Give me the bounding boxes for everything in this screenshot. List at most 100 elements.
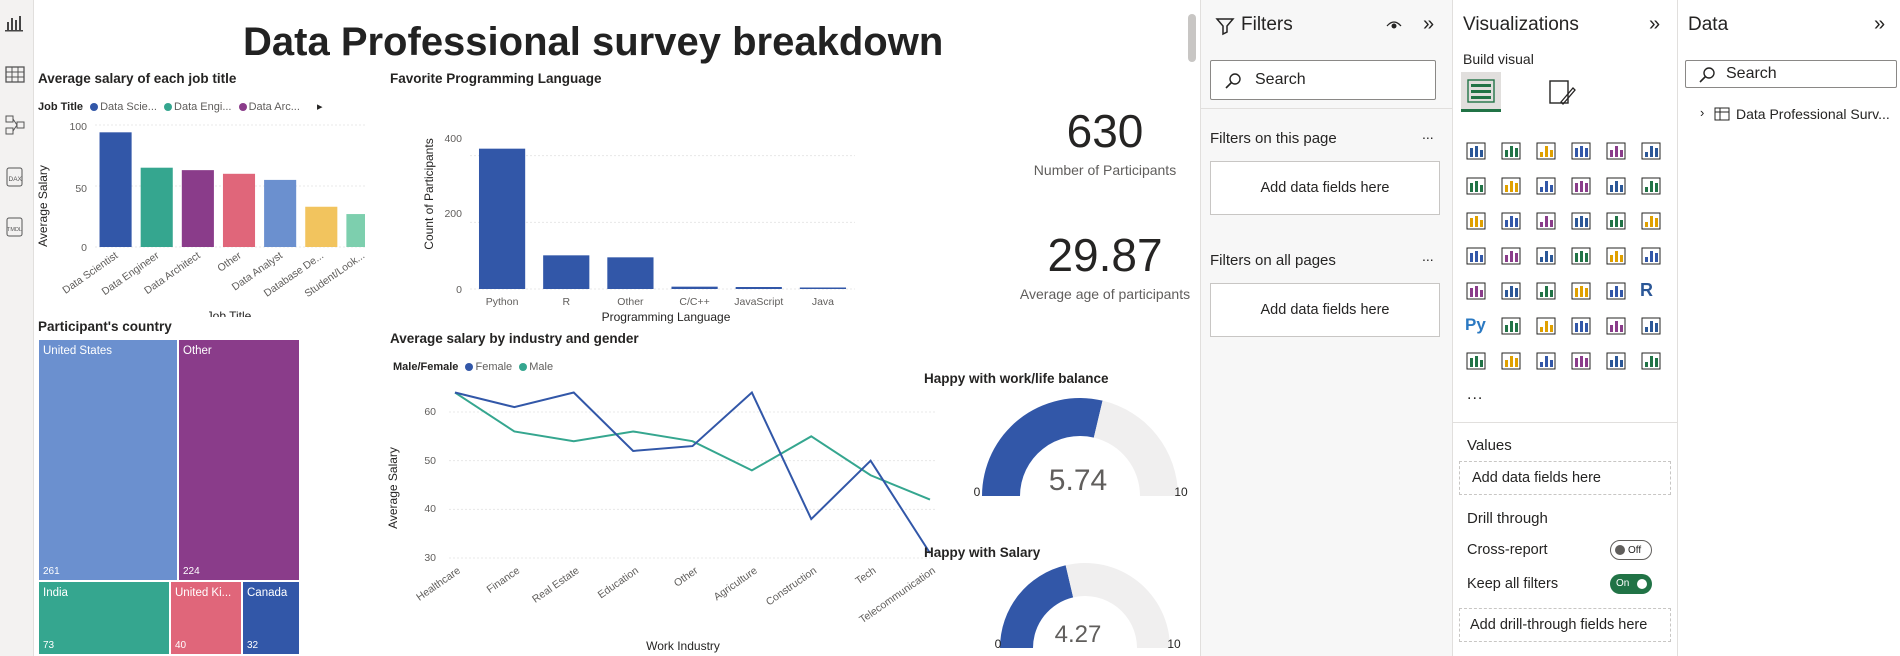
paginated-report-icon[interactable]: [1640, 315, 1664, 339]
key-influencers-icon[interactable]: [1500, 315, 1524, 339]
bar[interactable]: [735, 287, 782, 289]
filled-map-icon[interactable]: [1535, 245, 1559, 269]
model-view-icon[interactable]: [4, 114, 26, 136]
treemap-icon[interactable]: [1465, 245, 1489, 269]
get-more-icon[interactable]: [1605, 350, 1629, 374]
slicer-icon[interactable]: [1535, 280, 1559, 304]
line-clustered-column-icon[interactable]: [1640, 175, 1664, 199]
average-age-value: 29.87: [1047, 229, 1163, 281]
data-table-item[interactable]: Data Professional Surv...: [1736, 106, 1890, 122]
area-icon[interactable]: [1500, 175, 1524, 199]
decomposition-tree-icon[interactable]: [1535, 315, 1559, 339]
metrics-icon[interactable]: [1465, 350, 1489, 374]
more-visuals-icon[interactable]: ...: [1467, 386, 1483, 404]
drill-through-drop-zone[interactable]: Add drill-through fields here: [1459, 608, 1671, 642]
power-automate-icon[interactable]: [1535, 350, 1559, 374]
glyph: [1501, 352, 1521, 370]
build-visual-tab[interactable]: [1461, 72, 1501, 112]
bar[interactable]: [140, 167, 173, 247]
format-visual-icon[interactable]: [1547, 78, 1577, 108]
clustered-bar-icon[interactable]: [1535, 140, 1559, 164]
values-drop-zone[interactable]: Add data fields here: [1459, 461, 1671, 495]
all-pages-filter-drop-zone[interactable]: Add data fields here: [1210, 283, 1440, 337]
salary-by-job-title: Average salary of each job title: [38, 71, 237, 86]
treemap-tile-other[interactable]: Other 224: [178, 339, 300, 581]
donut-icon[interactable]: [1640, 210, 1664, 234]
filters-search-input[interactable]: Search: [1210, 60, 1436, 100]
stacked-column-icon[interactable]: [1500, 140, 1524, 164]
bar[interactable]: [99, 132, 132, 247]
bar[interactable]: [799, 287, 847, 290]
gauge-max: 10: [1167, 637, 1181, 651]
100-area-icon[interactable]: [1570, 175, 1594, 199]
collapse-data-icon[interactable]: »: [1874, 13, 1885, 36]
map-icon[interactable]: [1500, 245, 1524, 269]
expand-chevron-icon[interactable]: ›: [1700, 105, 1704, 120]
line-icon[interactable]: [1465, 175, 1489, 199]
smart-narrative-icon[interactable]: [1605, 315, 1629, 339]
treemap-tile-india[interactable]: India 73: [38, 581, 170, 655]
table-icon[interactable]: [1570, 280, 1594, 304]
salary-industry-title: Average salary by industry and gender: [390, 331, 639, 346]
eye-icon[interactable]: [1386, 18, 1402, 32]
matrix-icon[interactable]: [1605, 280, 1629, 304]
r-visual-icon[interactable]: R: [1640, 280, 1664, 304]
funnel-icon[interactable]: [1535, 210, 1559, 234]
100-column-icon[interactable]: [1640, 140, 1664, 164]
y-tick: 40: [424, 503, 436, 515]
bar[interactable]: [305, 206, 338, 247]
more-options-icon[interactable]: ...: [1422, 126, 1434, 142]
bar[interactable]: [222, 173, 256, 247]
bar[interactable]: [264, 179, 297, 247]
card-icon[interactable]: [1640, 245, 1664, 269]
power-apps-icon[interactable]: [1500, 350, 1524, 374]
bar[interactable]: [181, 170, 214, 247]
gauge-salary: 4.27 0 10: [995, 563, 1181, 651]
azure-map-icon[interactable]: [1570, 245, 1594, 269]
y-tick: 0: [456, 284, 462, 296]
arcgis-icon[interactable]: [1570, 350, 1594, 374]
cross-report-toggle[interactable]: Off: [1610, 540, 1652, 560]
treemap-tile-united-states[interactable]: United States 261: [38, 339, 178, 581]
page-filter-drop-zone[interactable]: Add data fields here: [1210, 161, 1440, 215]
qa-icon[interactable]: [1570, 315, 1594, 339]
ribbon-icon[interactable]: [1465, 210, 1489, 234]
clustered-column-icon[interactable]: [1570, 140, 1594, 164]
canvas-scrollbar[interactable]: [1188, 14, 1196, 62]
scatter-icon[interactable]: [1570, 210, 1594, 234]
collapse-filters-icon[interactable]: »: [1423, 13, 1434, 36]
stacked-area-icon[interactable]: [1535, 175, 1559, 199]
kpi-icon[interactable]: [1500, 280, 1524, 304]
dax-query-icon[interactable]: DAX: [4, 166, 26, 188]
report-view-icon[interactable]: [4, 12, 26, 34]
waterfall-icon[interactable]: [1500, 210, 1524, 234]
100-bar-icon[interactable]: [1605, 140, 1629, 164]
tile-label: Canada: [247, 587, 288, 599]
stacked-bar-icon[interactable]: [1465, 140, 1489, 164]
python-visual-icon[interactable]: Py: [1465, 315, 1489, 339]
x-tick: C/C++: [679, 296, 709, 308]
gauge-icon[interactable]: [1605, 245, 1629, 269]
bar[interactable]: [543, 255, 590, 289]
bar[interactable]: [671, 286, 718, 289]
keep-all-filters-toggle[interactable]: On: [1610, 574, 1652, 594]
pie-icon[interactable]: [1605, 210, 1629, 234]
table-view-icon[interactable]: [4, 64, 26, 86]
series-line-female[interactable]: [454, 390, 931, 554]
x-tick: R: [562, 296, 570, 308]
more-options-icon[interactable]: ...: [1422, 248, 1434, 264]
legend-item[interactable]: Male: [529, 361, 553, 373]
line-column-icon[interactable]: [1605, 175, 1629, 199]
collapse-visualizations-icon[interactable]: »: [1649, 13, 1660, 36]
bar[interactable]: [478, 148, 526, 289]
bar[interactable]: [346, 214, 365, 247]
treemap-tile-canada[interactable]: Canada 32: [242, 581, 300, 655]
treemap-tile-united-kingdom[interactable]: United Ki... 40: [170, 581, 242, 655]
data-search-input[interactable]: Search: [1685, 60, 1897, 88]
average-age-label: Average age of participants: [1019, 286, 1191, 302]
more-visuals-icon[interactable]: [1640, 350, 1664, 374]
legend-item[interactable]: Female: [475, 361, 512, 373]
bar[interactable]: [607, 257, 654, 289]
multi-row-card-icon[interactable]: [1465, 280, 1489, 304]
tmdl-view-icon[interactable]: TMDL: [4, 216, 26, 238]
